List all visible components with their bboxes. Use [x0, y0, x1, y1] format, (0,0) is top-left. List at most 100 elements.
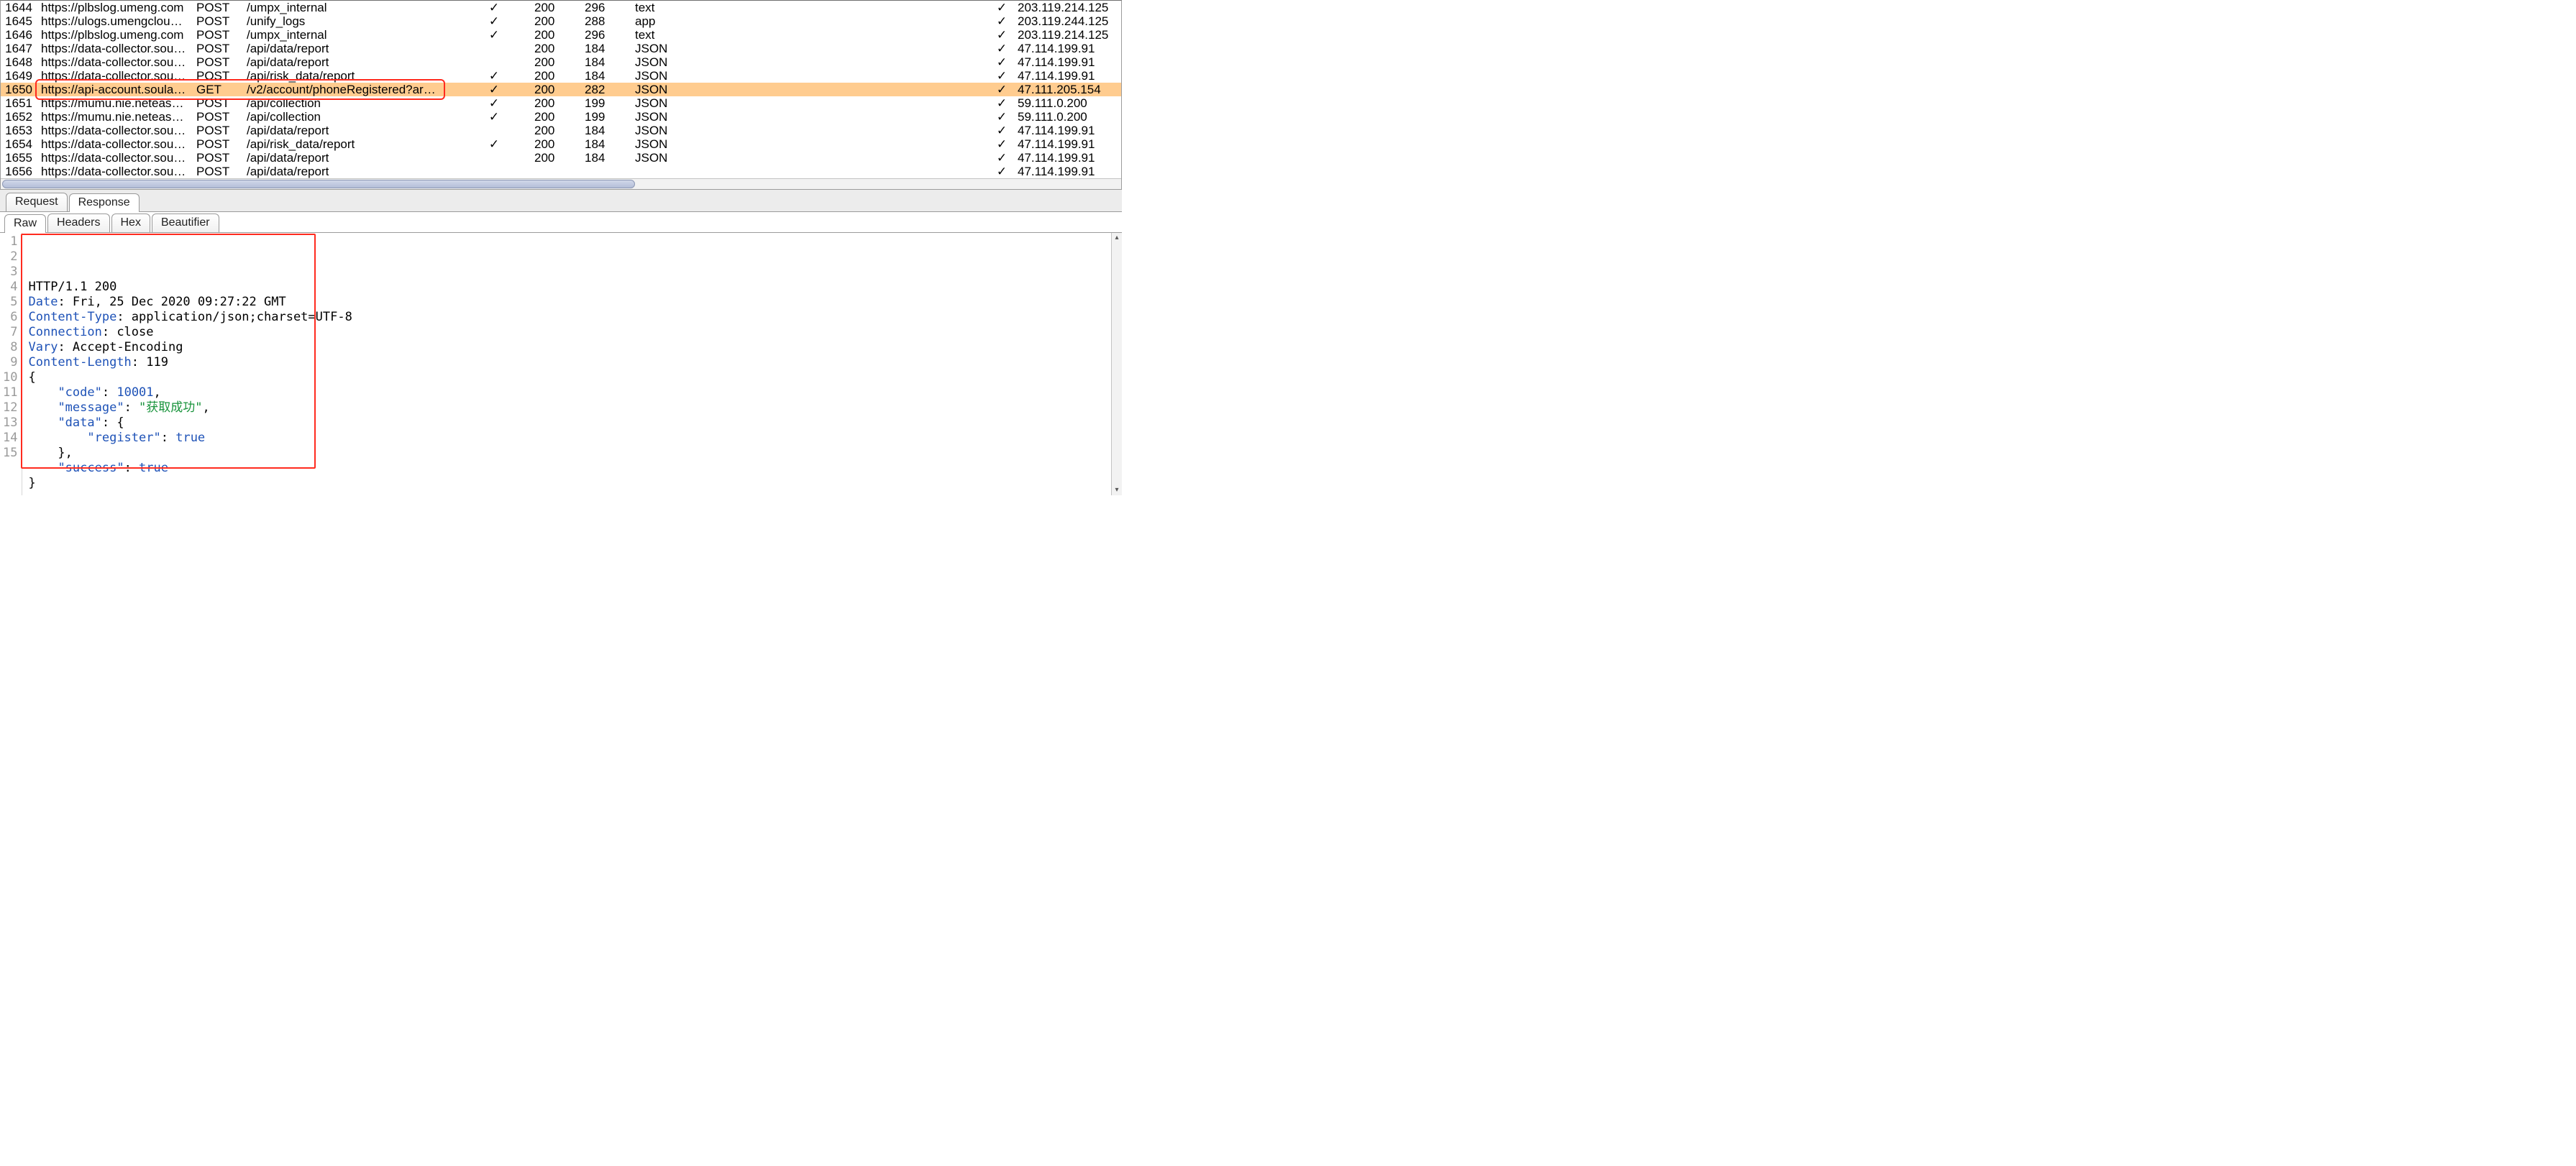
tab-headers[interactable]: Headers: [47, 214, 109, 232]
cell-edit: [458, 165, 530, 178]
cell-len: 282: [580, 83, 631, 96]
code-line: "message": "获取成功",: [28, 400, 1122, 416]
table-row[interactable]: 1650https://api-account.soulapp…GET/v2/a…: [1, 83, 1121, 96]
json-sep: :: [161, 431, 175, 445]
header-value: : 119: [132, 355, 168, 369]
cell-spacer: [444, 96, 458, 110]
cell-status: 200: [530, 110, 580, 124]
code-line: Date: Fri, 25 Dec 2020 09:27:22 GMT: [28, 295, 1122, 310]
line-number: 8: [3, 340, 17, 355]
code-line: "success": true: [28, 461, 1122, 476]
header-key: Connection: [28, 325, 101, 339]
cell-path: /api/data/report: [242, 165, 444, 178]
table-row[interactable]: 1645https://ulogs.umengcloud.c…POST/unif…: [1, 14, 1121, 28]
line-number: 7: [3, 325, 17, 340]
table-row[interactable]: 1647https://data-collector.soula…POST/ap…: [1, 42, 1121, 55]
json-value: {: [117, 416, 124, 430]
table-row[interactable]: 1654https://data-collector.soula…POST/ap…: [1, 137, 1121, 151]
tab-raw[interactable]: Raw: [4, 214, 46, 233]
cell-num: 1651: [1, 96, 37, 110]
cell-tls: ✓: [990, 96, 1013, 110]
tab-request[interactable]: Request: [6, 193, 68, 211]
cell-edit: ✓: [458, 110, 530, 124]
json-sep: :: [124, 400, 139, 415]
cell-path: /v2/account/phoneRegistered?are…: [242, 83, 444, 96]
cell-path: /umpx_internal: [242, 28, 444, 42]
table-row[interactable]: 1646https://plbslog.umeng.comPOST/umpx_i…: [1, 28, 1121, 42]
cell-status: 200: [530, 83, 580, 96]
scroll-up-icon[interactable]: ▴: [1112, 233, 1122, 243]
cell-status: 200: [530, 137, 580, 151]
cell-ip: 47.114.199.91: [1013, 55, 1121, 69]
cell-host: https://data-collector.soula…: [37, 137, 192, 151]
cell-path: /api/data/report: [242, 124, 444, 137]
cell-len: 184: [580, 42, 631, 55]
tab-beautifier[interactable]: Beautifier: [152, 214, 219, 232]
indent: [28, 400, 58, 415]
cell-path: /api/data/report: [242, 42, 444, 55]
header-value: : close: [102, 325, 154, 339]
cell-path: /api/data/report: [242, 55, 444, 69]
cell-host: https://plbslog.umeng.com: [37, 1, 192, 14]
table-row[interactable]: 1649https://data-collector.soula…POST/ap…: [1, 69, 1121, 83]
cell-len: 184: [580, 137, 631, 151]
cell-len: [580, 165, 631, 178]
cell-tls: ✓: [990, 124, 1013, 137]
cell-edit: ✓: [458, 1, 530, 14]
horizontal-scrollbar[interactable]: ◀ ▶: [1, 178, 1121, 189]
cell-spacer: [444, 124, 458, 137]
cell-edit: [458, 55, 530, 69]
cell-spacer: [444, 165, 458, 178]
cell-mime: JSON: [631, 151, 990, 165]
cell-mime: app: [631, 14, 990, 28]
cell-edit: ✓: [458, 137, 530, 151]
cell-mime: JSON: [631, 124, 990, 137]
tab-hex[interactable]: Hex: [111, 214, 150, 232]
code-line: Content-Length: 119: [28, 355, 1122, 370]
table-row[interactable]: 1656https://data-collector.soula…POST/ap…: [1, 165, 1121, 178]
table-row[interactable]: 1653https://data-collector.soula…POST/ap…: [1, 124, 1121, 137]
plain-text: },: [28, 446, 72, 460]
cell-meth: POST: [192, 137, 242, 151]
cell-meth: POST: [192, 110, 242, 124]
scroll-down-icon[interactable]: ▾: [1112, 485, 1122, 495]
cell-meth: POST: [192, 124, 242, 137]
json-tail: ,: [203, 400, 210, 415]
line-number: 6: [3, 310, 17, 325]
cell-tls: ✓: [990, 165, 1013, 178]
line-number: 9: [3, 355, 17, 370]
indent: [28, 431, 87, 445]
cell-edit: ✓: [458, 14, 530, 28]
table-row[interactable]: 1652https://mumu.nie.netease.c…POST/api/…: [1, 110, 1121, 124]
cell-status: 200: [530, 55, 580, 69]
request-grid[interactable]: 1644https://plbslog.umeng.comPOST/umpx_i…: [1, 1, 1121, 178]
cell-edit: ✓: [458, 96, 530, 110]
cell-tls: ✓: [990, 151, 1013, 165]
json-key: "success": [58, 461, 124, 475]
table-row[interactable]: 1651https://mumu.nie.netease.c…POST/api/…: [1, 96, 1121, 110]
table-row[interactable]: 1655https://data-collector.soula…POST/ap…: [1, 151, 1121, 165]
cell-spacer: [444, 137, 458, 151]
tab-response[interactable]: Response: [69, 193, 140, 212]
raw-response-code[interactable]: HTTP/1.1 200Date: Fri, 25 Dec 2020 09:27…: [22, 233, 1122, 495]
table-row[interactable]: 1648https://data-collector.soula…POST/ap…: [1, 55, 1121, 69]
tabs-view-mode: RawHeadersHexBeautifier: [0, 212, 1122, 233]
cell-meth: POST: [192, 42, 242, 55]
code-line: }: [28, 476, 1122, 491]
table-row[interactable]: 1644https://plbslog.umeng.comPOST/umpx_i…: [1, 1, 1121, 14]
header-key: Content-Length: [28, 355, 131, 369]
cell-status: 200: [530, 28, 580, 42]
cell-num: 1648: [1, 55, 37, 69]
cell-tls: ✓: [990, 69, 1013, 83]
cell-num: 1647: [1, 42, 37, 55]
scrollbar-thumb[interactable]: [2, 180, 635, 188]
cell-status: 200: [530, 151, 580, 165]
cell-edit: ✓: [458, 28, 530, 42]
request-table: 1644https://plbslog.umeng.comPOST/umpx_i…: [1, 1, 1121, 178]
cell-mime: text: [631, 1, 990, 14]
cell-host: https://data-collector.soula…: [37, 42, 192, 55]
vertical-scrollbar[interactable]: ▴ ▾: [1111, 233, 1122, 495]
json-sep: :: [102, 416, 117, 430]
cell-num: 1653: [1, 124, 37, 137]
cell-spacer: [444, 55, 458, 69]
